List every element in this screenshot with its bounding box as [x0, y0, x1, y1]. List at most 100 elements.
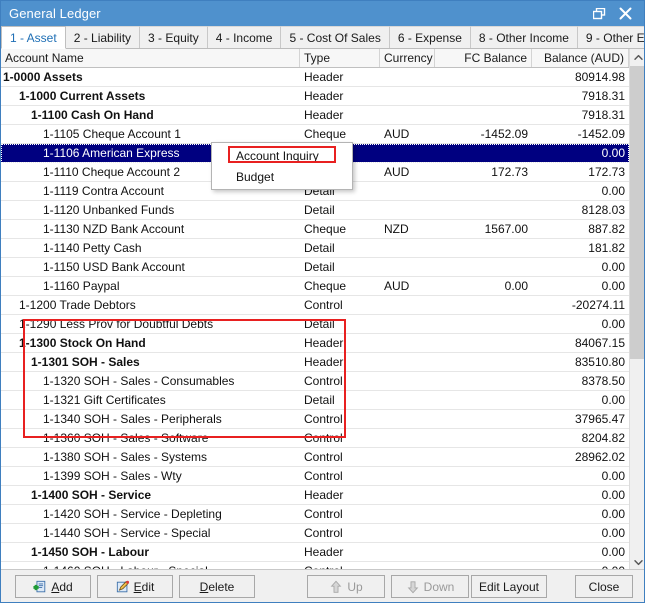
tab-5-cost-of-sales[interactable]: 5 - Cost Of Sales: [280, 26, 389, 48]
cell-type: Detail: [300, 258, 380, 276]
cell-name: 1-1105 Cheque Account 1: [1, 125, 300, 143]
tab-2-liability[interactable]: 2 - Liability: [65, 26, 140, 48]
cell-type: Detail: [300, 239, 380, 257]
table-row[interactable]: 1-1450 SOH - LabourHeader0.00: [1, 543, 629, 562]
cell-bal: 181.82: [532, 239, 629, 257]
cell-name: 1-1100 Cash On Hand: [1, 106, 300, 124]
cell-bal: 84067.15: [532, 334, 629, 352]
scrollbar-thumb[interactable]: [630, 66, 645, 359]
table-row[interactable]: 1-1000 Current AssetsHeader7918.31: [1, 87, 629, 106]
context-menu-item-budget[interactable]: Budget: [212, 167, 352, 188]
edit-label-rest: dit: [142, 580, 155, 594]
cell-type: Control: [300, 429, 380, 447]
close-button[interactable]: Close: [575, 575, 633, 598]
cell-name: 1-1120 Unbanked Funds: [1, 201, 300, 219]
table-row[interactable]: 1-1340 SOH - Sales - PeripheralsControl3…: [1, 410, 629, 429]
cell-cur: AUD: [380, 277, 435, 295]
table-row[interactable]: 1-1130 NZD Bank AccountChequeNZD1567.008…: [1, 220, 629, 239]
delete-button[interactable]: Delete: [179, 575, 255, 598]
delete-label-rest: elete: [208, 580, 234, 594]
table-row[interactable]: 1-1290 Less Prov for Doubtful DebtsDetai…: [1, 315, 629, 334]
cell-type: Control: [300, 448, 380, 466]
table-row[interactable]: 1-1160 PaypalChequeAUD0.000.00: [1, 277, 629, 296]
cell-bal: 0.00: [532, 505, 629, 523]
table-row[interactable]: 1-1300 Stock On HandHeader84067.15: [1, 334, 629, 353]
cell-type: Detail: [300, 201, 380, 219]
table-row[interactable]: 1-1360 SOH - Sales - SoftwareControl 8204…: [1, 429, 629, 448]
cell-name: 1-1360 SOH - Sales - Software: [1, 429, 300, 447]
cell-type: Cheque: [300, 220, 380, 238]
cell-bal: 887.82: [532, 220, 629, 238]
context-menu-item-account-inquiry[interactable]: Account Inquiry: [212, 146, 352, 167]
general-ledger-window: General Ledger 1 - Asset 2 - Liability 3…: [0, 0, 645, 603]
cell-bal: 7918.31: [532, 106, 629, 124]
cell-name: 1-1290 Less Prov for Doubtful Debts: [1, 315, 300, 333]
tab-4-income[interactable]: 4 - Income: [207, 26, 282, 48]
cell-bal: 80914.98: [532, 68, 629, 86]
move-down-button[interactable]: Down: [391, 575, 469, 598]
cell-name: 1-1200 Trade Debtors: [1, 296, 300, 314]
bottom-toolbar: Add Edit Delete Up Down: [1, 569, 645, 602]
cell-bal: 8204.82: [532, 429, 629, 447]
scrollbar-track[interactable]: [630, 66, 645, 554]
tab-9-other-expense[interactable]: 9 - Other Expense: [577, 26, 645, 48]
edit-button-label: Edit: [134, 580, 155, 594]
table-row[interactable]: 1-1120 Unbanked FundsDetail 8128.03: [1, 201, 629, 220]
column-header-fc-balance[interactable]: FC Balance: [435, 49, 532, 67]
window-title: General Ledger: [1, 6, 586, 21]
move-up-button[interactable]: Up: [307, 575, 385, 598]
table-row[interactable]: 1-0000 AssetsHeader 80914.98: [1, 68, 629, 87]
table-row[interactable]: 1-1100 Cash On HandHeader7918.31: [1, 106, 629, 125]
cell-type: Header: [300, 68, 380, 86]
cell-name: 1-1150 USD Bank Account: [1, 258, 300, 276]
tab-3-equity[interactable]: 3 - Equity: [139, 26, 208, 48]
cell-name: 1-1130 NZD Bank Account: [1, 220, 300, 238]
cell-bal: -1452.09: [532, 125, 629, 143]
restore-window-icon[interactable]: [586, 1, 612, 26]
cell-name: 1-1380 SOH - Sales - Systems: [1, 448, 300, 466]
table-row[interactable]: 1-1200 Trade DebtorsControl-20274.11: [1, 296, 629, 315]
tab-6-expense[interactable]: 6 - Expense: [389, 26, 471, 48]
move-down-button-label: Down: [424, 580, 455, 594]
table-row[interactable]: 1-1301 SOH - SalesHeader83510.80: [1, 353, 629, 372]
cell-cur: AUD: [380, 163, 435, 181]
arrow-down-icon: [406, 580, 420, 594]
cell-bal: 28962.02: [532, 448, 629, 466]
arrow-up-icon: [329, 580, 343, 594]
table-row[interactable]: 1-1420 SOH - Service - DepletingControl0…: [1, 505, 629, 524]
cell-type: Header: [300, 486, 380, 504]
column-header-account-name[interactable]: Account Name: [1, 49, 300, 67]
table-row[interactable]: 1-1321 Gift CertificatesDetail0.00: [1, 391, 629, 410]
move-up-button-label: Up: [347, 580, 362, 594]
table-row[interactable]: 1-1140 Petty CashDetail181.82: [1, 239, 629, 258]
chevron-up-icon[interactable]: [630, 49, 645, 66]
tab-1-asset[interactable]: 1 - Asset: [1, 26, 66, 49]
cell-bal: 0.00: [532, 144, 629, 162]
column-header-currency[interactable]: Currency: [380, 49, 435, 67]
cell-type: Cheque: [300, 125, 380, 143]
edit-button[interactable]: Edit: [97, 575, 173, 598]
tab-8-other-income[interactable]: 8 - Other Income: [470, 26, 578, 48]
column-header-type[interactable]: Type: [300, 49, 380, 67]
cell-name: 1-0000 Assets: [1, 68, 300, 86]
table-row[interactable]: 1-1380 SOH - Sales - SystemsControl 28962…: [1, 448, 629, 467]
column-header-balance[interactable]: Balance (AUD): [532, 49, 629, 67]
edit-layout-button[interactable]: Edit Layout: [471, 575, 547, 598]
grid-vertical-scrollbar[interactable]: [629, 49, 645, 571]
table-row[interactable]: 1-1400 SOH - ServiceHeader0.00: [1, 486, 629, 505]
table-row[interactable]: 1-1150 USD Bank AccountDetail 0.00: [1, 258, 629, 277]
cell-bal: 8128.03: [532, 201, 629, 219]
delete-accel-char: D: [200, 580, 209, 594]
grid-column-headers: Account Name Type Currency FC Balance Ba…: [1, 49, 645, 68]
add-button[interactable]: Add: [15, 575, 91, 598]
table-row[interactable]: 1-1320 SOH - Sales - ConsumablesControl8…: [1, 372, 629, 391]
cell-bal: 0.00: [532, 524, 629, 542]
table-row[interactable]: 1-1440 SOH - Service - SpecialControl0.0…: [1, 524, 629, 543]
cell-type: Header: [300, 353, 380, 371]
cell-bal: 0.00: [532, 315, 629, 333]
table-row[interactable]: 1-1399 SOH - Sales - WtyControl0.00: [1, 467, 629, 486]
close-icon[interactable]: [612, 1, 638, 26]
cell-bal: 0.00: [532, 258, 629, 276]
cell-fc: 1567.00: [435, 220, 532, 238]
cell-fc: 0.00: [435, 277, 532, 295]
